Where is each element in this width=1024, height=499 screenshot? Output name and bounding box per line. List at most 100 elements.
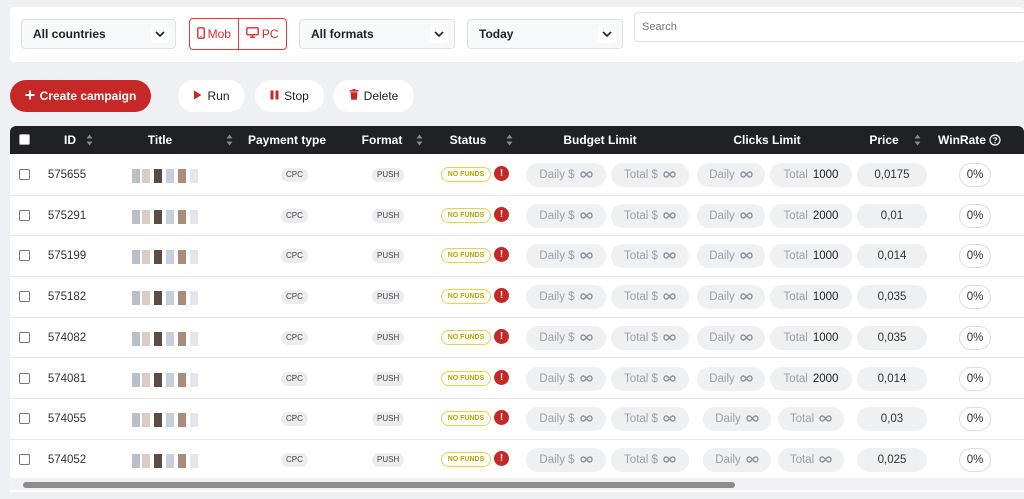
exclamation-icon[interactable]: !: [494, 450, 509, 466]
format-tag: PUSH: [372, 452, 405, 467]
device-pc-button[interactable]: PC: [237, 19, 287, 49]
device-mob-button[interactable]: Mob: [190, 19, 238, 49]
clicks-daily-pill[interactable]: Daily: [697, 366, 765, 391]
row-checkbox[interactable]: [19, 209, 30, 221]
format-tag: PUSH: [372, 208, 405, 223]
sort-icon[interactable]: [226, 134, 233, 146]
price-pill[interactable]: 0,035: [857, 285, 927, 310]
price-pill[interactable]: 0,0175: [857, 163, 927, 187]
country-select[interactable]: All countries: [21, 19, 176, 49]
clicks-total-pill[interactable]: Total 2000: [770, 366, 852, 391]
sort-icon[interactable]: [914, 134, 921, 146]
trash-icon: [349, 89, 359, 103]
budget-total-pill[interactable]: Total $: [611, 163, 689, 187]
budget-daily-pill[interactable]: Daily $: [526, 163, 606, 187]
campaign-id[interactable]: 575199: [40, 236, 94, 276]
row-checkbox[interactable]: [19, 291, 30, 303]
select-all-checkbox[interactable]: [19, 134, 30, 145]
clicks-total-pill[interactable]: Total: [778, 407, 844, 432]
table-row[interactable]: 575655 CPC PUSH NO FUNDS! Daily $ Total $ Dail…: [10, 155, 1024, 196]
format-tag: PUSH: [372, 168, 405, 182]
campaign-id[interactable]: 574055: [40, 399, 94, 439]
row-checkbox[interactable]: [19, 453, 30, 465]
table-row[interactable]: 575199 CPC PUSH NO FUNDS! Daily $ Total $ Dail…: [10, 236, 1024, 278]
price-pill[interactable]: 0,01: [857, 203, 927, 228]
budget-total-pill[interactable]: Total $: [611, 285, 689, 310]
budget-daily-pill[interactable]: Daily $: [526, 203, 606, 228]
price-pill[interactable]: 0,014: [857, 244, 927, 269]
row-checkbox[interactable]: [19, 250, 30, 262]
col-title[interactable]: Title: [120, 126, 200, 154]
sort-icon[interactable]: [86, 134, 93, 146]
search-input[interactable]: [634, 12, 1024, 42]
price-pill[interactable]: 0,035: [857, 325, 927, 350]
clicks-total-pill[interactable]: Total: [778, 447, 844, 472]
clicks-daily-pill[interactable]: Daily: [697, 325, 765, 350]
exclamation-icon[interactable]: !: [494, 166, 509, 181]
delete-button[interactable]: Delete: [333, 80, 414, 112]
col-winrate[interactable]: WinRate: [934, 126, 990, 154]
clicks-total-pill[interactable]: Total 1000: [770, 244, 852, 269]
budget-total-pill[interactable]: Total $: [611, 366, 689, 391]
table-row[interactable]: 574052 CPC PUSH NO FUNDS! Daily $ Total $ Dail…: [10, 440, 1024, 481]
create-campaign-button[interactable]: Create campaign: [10, 80, 151, 112]
stop-button[interactable]: Stop: [255, 80, 324, 112]
price-pill[interactable]: 0,03: [857, 407, 927, 432]
clicks-total-pill[interactable]: Total 1000: [770, 285, 852, 310]
table-row[interactable]: 574055 CPC PUSH NO FUNDS! Daily $ Total $ Dail…: [10, 399, 1024, 440]
price-pill[interactable]: 0,014: [857, 366, 927, 391]
row-checkbox[interactable]: [19, 372, 30, 384]
period-select[interactable]: Today: [467, 19, 623, 49]
run-button[interactable]: Run: [178, 80, 245, 112]
exclamation-icon[interactable]: !: [494, 206, 509, 222]
col-status[interactable]: Status: [442, 126, 494, 154]
budget-total-pill[interactable]: Total $: [611, 447, 689, 472]
clicks-total-pill[interactable]: Total 2000: [770, 203, 852, 228]
budget-total-pill[interactable]: Total $: [611, 203, 689, 228]
row-checkbox[interactable]: [19, 331, 30, 343]
col-id[interactable]: ID: [50, 126, 90, 154]
exclamation-icon[interactable]: !: [494, 369, 509, 385]
campaign-id[interactable]: 574081: [40, 359, 94, 399]
table-row[interactable]: 575182 CPC PUSH NO FUNDS! Daily $ Total $ Dail…: [10, 277, 1024, 318]
sort-icon[interactable]: [506, 134, 513, 146]
budget-daily-pill[interactable]: Daily $: [526, 325, 606, 350]
clicks-total-pill[interactable]: Total 1000: [770, 325, 852, 350]
budget-total-pill[interactable]: Total $: [611, 244, 689, 269]
exclamation-icon[interactable]: !: [494, 410, 509, 426]
row-checkbox[interactable]: [19, 169, 30, 180]
clicks-daily-pill[interactable]: Daily: [703, 447, 771, 472]
budget-daily-pill[interactable]: Daily $: [526, 407, 606, 432]
col-price[interactable]: Price: [862, 126, 906, 154]
clicks-daily-pill[interactable]: Daily: [703, 407, 771, 432]
table-row[interactable]: 574081 CPC PUSH NO FUNDS! Daily $ Total $ Dail…: [10, 359, 1024, 400]
exclamation-icon[interactable]: !: [494, 247, 509, 263]
exclamation-icon[interactable]: !: [494, 328, 509, 344]
clicks-daily-pill[interactable]: Daily: [697, 203, 765, 228]
clicks-daily-pill[interactable]: Daily: [697, 285, 765, 310]
table-row[interactable]: 575291 CPC PUSH NO FUNDS! Daily $ Total $ Dail…: [10, 196, 1024, 237]
exclamation-icon[interactable]: !: [494, 288, 509, 304]
budget-daily-pill[interactable]: Daily $: [526, 447, 606, 472]
campaign-id[interactable]: 575182: [40, 277, 94, 317]
sort-icon[interactable]: [416, 134, 423, 146]
campaign-id[interactable]: 574082: [40, 318, 94, 358]
campaign-id[interactable]: 575655: [40, 155, 94, 195]
price-pill[interactable]: 0,025: [857, 447, 927, 472]
clicks-total-pill[interactable]: Total 1000: [770, 163, 852, 187]
clicks-daily-pill[interactable]: Daily: [697, 244, 765, 269]
row-checkbox[interactable]: [19, 413, 30, 425]
campaign-id[interactable]: 575291: [40, 196, 94, 236]
help-circle-icon[interactable]: [989, 134, 1001, 146]
campaign-id[interactable]: 574052: [40, 440, 94, 480]
budget-total-pill[interactable]: Total $: [611, 407, 689, 432]
table-row[interactable]: 574082 CPC PUSH NO FUNDS! Daily $ Total $ Dail…: [10, 318, 1024, 359]
col-format[interactable]: Format: [354, 126, 410, 154]
budget-daily-pill[interactable]: Daily $: [526, 366, 606, 391]
budget-daily-pill[interactable]: Daily $: [526, 244, 606, 269]
budget-total-pill[interactable]: Total $: [611, 325, 689, 350]
budget-daily-pill[interactable]: Daily $: [526, 285, 606, 310]
clicks-daily-pill[interactable]: Daily: [697, 163, 765, 187]
scrollbar-thumb[interactable]: [23, 482, 735, 488]
format-select[interactable]: All formats: [299, 19, 455, 49]
